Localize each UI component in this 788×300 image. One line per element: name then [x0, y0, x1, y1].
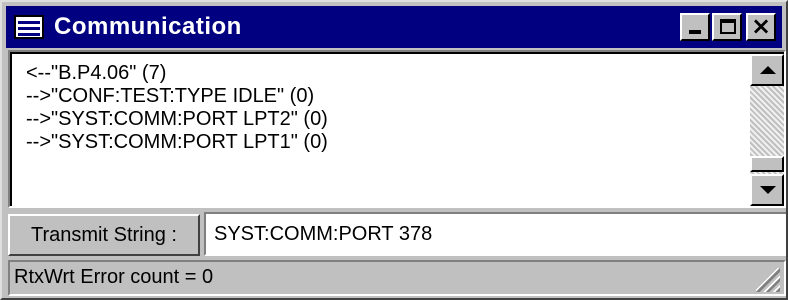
status-bar: RtxWrt Error count = 0: [8, 260, 786, 296]
status-text: RtxWrt Error count = 0: [14, 266, 214, 288]
message-log[interactable]: <--"B.P4.06" (7) -->"CONF:TEST:TYPE IDLE…: [8, 50, 786, 208]
transmit-string-input[interactable]: [204, 212, 786, 256]
arrow-up-icon: [760, 66, 776, 74]
log-line[interactable]: -->"SYST:COMM:PORT LPT1" (0): [26, 131, 744, 154]
vertical-scrollbar[interactable]: [750, 54, 784, 206]
close-icon: ×: [750, 12, 772, 40]
close-button[interactable]: ×: [746, 12, 776, 41]
minimize-icon: [689, 30, 701, 34]
maximize-icon: [720, 19, 736, 34]
maximize-button[interactable]: [712, 13, 742, 41]
resize-grip-icon[interactable]: [756, 268, 780, 292]
title-bar[interactable]: Communication ×: [6, 6, 782, 48]
communication-window: Communication × <--"B.P4.06" (7) -->"CON…: [0, 0, 788, 300]
scroll-down-button[interactable]: [750, 174, 784, 206]
arrow-down-icon: [760, 186, 776, 194]
app-icon[interactable]: [14, 15, 44, 39]
log-line[interactable]: -->"CONF:TEST:TYPE IDLE" (0): [26, 85, 744, 108]
log-lines: <--"B.P4.06" (7) -->"CONF:TEST:TYPE IDLE…: [26, 62, 744, 154]
log-line[interactable]: <--"B.P4.06" (7): [26, 62, 744, 85]
scroll-up-button[interactable]: [750, 54, 784, 86]
window-title: Communication: [54, 13, 242, 40]
minimize-button[interactable]: [680, 13, 710, 41]
scroll-thumb[interactable]: [750, 156, 784, 172]
log-line[interactable]: -->"SYST:COMM:PORT LPT2" (0): [26, 108, 744, 131]
transmit-string-button[interactable]: Transmit String :: [8, 214, 200, 256]
